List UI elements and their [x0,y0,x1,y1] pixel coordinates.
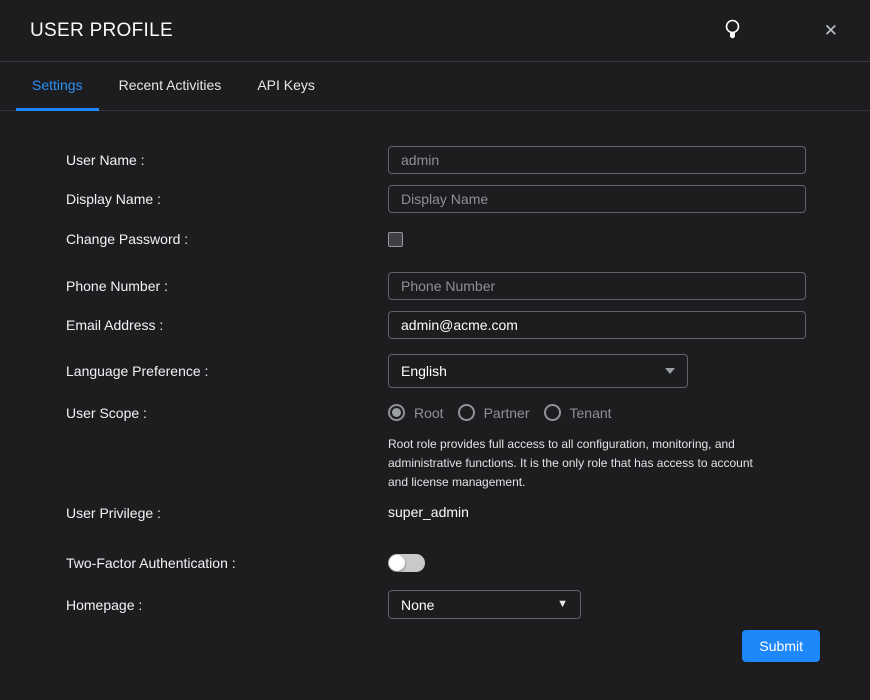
tab-api-keys[interactable]: API Keys [241,62,331,111]
radio-selected-icon [388,404,405,421]
homepage-row: Homepage : None ▼ [66,590,820,619]
radio-tenant-label: Tenant [570,405,612,421]
radio-circle-icon [458,404,475,421]
email-address-label: Email Address : [66,317,388,333]
user-scope-label: User Scope : [66,404,388,421]
language-select-value: English [401,363,447,379]
language-select[interactable]: English [388,354,688,388]
dropdown-arrow-icon: ▼ [557,599,568,610]
homepage-label: Homepage : [66,597,388,613]
user-name-input[interactable] [388,146,806,174]
tab-bar: Settings Recent Activities API Keys [0,62,870,111]
phone-number-label: Phone Number : [66,278,388,294]
language-preference-label: Language Preference : [66,363,388,379]
phone-number-row: Phone Number : [66,272,820,300]
email-address-input[interactable] [388,311,806,339]
display-name-input[interactable] [388,185,806,213]
display-name-label: Display Name : [66,191,388,207]
language-preference-row: Language Preference : English [66,354,820,388]
page-title: USER PROFILE [30,20,725,42]
phone-number-input[interactable] [388,272,806,300]
lightbulb-icon[interactable] [725,19,740,42]
change-password-label: Change Password : [66,231,388,247]
chevron-down-icon [665,368,675,374]
user-scope-radio-group: Root Partner Tenant [388,404,806,421]
user-name-row: User Name : [66,146,820,174]
submit-button[interactable]: Submit [742,630,820,662]
user-name-label: User Name : [66,152,388,168]
submit-row: Submit [66,630,820,662]
two-factor-label: Two-Factor Authentication : [66,555,388,571]
email-address-row: Email Address : [66,311,820,339]
radio-root-label: Root [414,405,444,421]
change-password-row: Change Password : [66,231,820,247]
user-profile-dialog: USER PROFILE ✕ Settings Recent Activitie… [0,0,870,700]
radio-circle-icon [544,404,561,421]
two-factor-toggle[interactable] [388,554,425,572]
change-password-checkbox[interactable] [388,232,403,247]
user-privilege-label: User Privilege : [66,505,388,521]
user-privilege-value: super_admin [388,504,469,520]
close-icon[interactable]: ✕ [824,22,838,39]
radio-tenant[interactable]: Tenant [544,404,612,421]
homepage-select[interactable]: None ▼ [388,590,581,619]
user-privilege-row: User Privilege : super_admin [66,504,820,522]
tab-recent-activities[interactable]: Recent Activities [103,62,238,111]
radio-root[interactable]: Root [388,404,444,421]
homepage-select-value: None [401,597,434,613]
tab-settings[interactable]: Settings [16,62,99,111]
user-scope-row: User Scope : Root Partner Tenant [66,404,820,492]
toggle-knob [389,555,405,571]
radio-partner-label: Partner [484,405,530,421]
display-name-row: Display Name : [66,185,820,213]
two-factor-row: Two-Factor Authentication : [66,554,820,572]
settings-form: User Name : Display Name : Change Passwo… [0,111,870,700]
radio-partner[interactable]: Partner [458,404,530,421]
user-scope-description: Root role provides full access to all co… [388,435,806,492]
dialog-header: USER PROFILE ✕ [0,0,870,62]
